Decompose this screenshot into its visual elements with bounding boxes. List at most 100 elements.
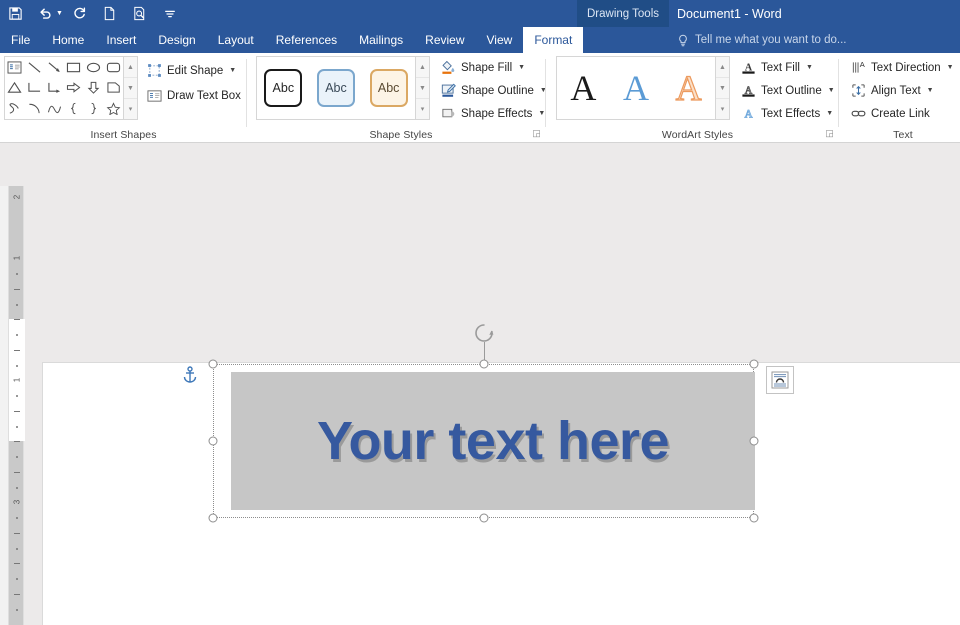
lightbulb-icon (677, 34, 689, 47)
create-link-button[interactable]: Create Link (850, 103, 954, 124)
ribbon-tab-mailings[interactable]: Mailings (348, 27, 414, 53)
ribbon-tab-insert[interactable]: Insert (95, 27, 147, 53)
redo-icon[interactable] (65, 2, 95, 26)
ribbon-tab-file[interactable]: File (0, 27, 41, 53)
text-fill-icon: A (740, 60, 756, 76)
wordart-style-blue[interactable]: A (623, 70, 649, 106)
rotate-handle[interactable] (471, 320, 497, 346)
vertical-ruler[interactable]: 2113 (8, 186, 24, 625)
text-fill-caret-icon[interactable]: ▼ (806, 64, 813, 71)
vertical-ruler-half-mark (14, 563, 20, 564)
gallery-scroll-down-icon[interactable]: ▼ (716, 78, 729, 99)
vertical-ruler-quarter-mark (16, 609, 18, 611)
ribbon-tab-design[interactable]: Design (147, 27, 206, 53)
shape-fill-caret-icon[interactable]: ▼ (518, 64, 525, 71)
shape-styles-gallery[interactable]: Abc Abc Abc (256, 56, 416, 120)
scribble-shape[interactable] (5, 98, 25, 119)
shape-style-black[interactable]: Abc (264, 69, 302, 107)
resize-handle-bottom-center[interactable] (480, 514, 489, 523)
shape-effects-button[interactable]: Shape Effects ▼ (440, 103, 547, 124)
rounded-rectangle-shape[interactable] (103, 57, 123, 78)
arrow-shape[interactable] (44, 57, 64, 78)
text-direction-button[interactable]: A Text Direction ▼ (850, 57, 954, 78)
vertical-ruler-half-mark (14, 289, 20, 290)
shape-styles-gallery-scroll[interactable]: ▲ ▼ ▾ (416, 56, 430, 120)
resize-handle-bottom-left[interactable] (209, 514, 218, 523)
ribbon-tab-review[interactable]: Review (414, 27, 475, 53)
text-box-shape[interactable] (5, 57, 25, 78)
shape-outline-button[interactable]: Shape Outline ▼ (440, 80, 547, 101)
right-arrow-shape[interactable] (64, 78, 84, 99)
text-fill-button[interactable]: A Text Fill ▼ (740, 57, 835, 78)
resize-handle-middle-left[interactable] (209, 437, 218, 446)
triangle-shape[interactable] (5, 78, 25, 99)
customize-qat-icon[interactable] (155, 2, 185, 26)
gallery-scroll-up-icon[interactable]: ▲ (416, 57, 429, 78)
gallery-more-icon[interactable]: ▾ (124, 99, 137, 119)
shape-style-orange[interactable]: Abc (370, 69, 408, 107)
oval-shape[interactable] (84, 57, 104, 78)
text-outline-button[interactable]: A Text Outline ▼ (740, 80, 835, 101)
right-brace-shape[interactable] (84, 98, 104, 119)
down-arrow-shape[interactable] (84, 78, 104, 99)
wordart-styles-dialog-launcher[interactable]: ◲ (824, 128, 835, 139)
layout-options-button[interactable] (766, 366, 794, 394)
tell-me-search[interactable]: Tell me what you want to do... (677, 27, 847, 53)
align-text-caret-icon[interactable]: ▼ (927, 87, 934, 94)
ribbon-tab-references[interactable]: References (265, 27, 348, 53)
gallery-more-icon[interactable]: ▾ (416, 99, 429, 119)
line-shape[interactable] (25, 57, 45, 78)
align-text-button[interactable]: Align Text ▼ (850, 80, 954, 101)
vertical-ruler-quarter-mark (16, 273, 18, 275)
edit-shape-button[interactable]: Edit Shape ▼ (146, 60, 241, 81)
ribbon-tab-view[interactable]: View (476, 27, 524, 53)
vertical-ruler-half-mark (14, 594, 20, 595)
wordart-text[interactable]: Your text here (231, 372, 755, 510)
insert-shapes-gallery-scroll[interactable]: ▲ ▼ ▾ (124, 56, 138, 120)
elbow-arrow-connector-shape[interactable] (44, 78, 64, 99)
shape-style-blue[interactable]: Abc (317, 69, 355, 107)
shape-styles-dialog-launcher[interactable]: ◲ (531, 128, 542, 139)
text-outline-caret-icon[interactable]: ▼ (828, 87, 835, 94)
resize-handle-top-right[interactable] (750, 360, 759, 369)
gallery-more-icon[interactable]: ▾ (716, 99, 729, 119)
ribbon-tab-layout[interactable]: Layout (207, 27, 265, 53)
resize-handle-top-left[interactable] (209, 360, 218, 369)
ribbon-group-shape-styles: Abc Abc Abc ▲ ▼ ▾ Shape Fill (256, 53, 546, 143)
text-effects-button[interactable]: A Text Effects ▼ (740, 103, 835, 124)
print-preview-icon[interactable] (125, 2, 155, 26)
text-effects-caret-icon[interactable]: ▼ (826, 110, 833, 117)
undo-dropdown-caret[interactable]: ▼ (56, 10, 63, 17)
resize-handle-middle-right[interactable] (750, 437, 759, 446)
wordart-style-blue-glyph: A (623, 68, 649, 108)
wordart-style-black[interactable]: A (570, 70, 596, 106)
insert-shapes-gallery[interactable] (4, 56, 124, 120)
resize-handle-bottom-right[interactable] (750, 514, 759, 523)
text-direction-caret-icon[interactable]: ▼ (947, 64, 954, 71)
new-document-icon[interactable] (95, 2, 125, 26)
ribbon-tab-label: File (11, 33, 30, 47)
ribbon-tab-home[interactable]: Home (41, 27, 95, 53)
elbow-connector-shape[interactable] (25, 78, 45, 99)
curve-shape[interactable] (44, 98, 64, 119)
rectangle-shape[interactable] (64, 57, 84, 78)
selected-text-box[interactable]: Your text here (213, 364, 754, 518)
wordart-style-orange[interactable]: A (676, 70, 702, 106)
gallery-scroll-up-icon[interactable]: ▲ (124, 57, 137, 78)
gallery-scroll-down-icon[interactable]: ▼ (124, 78, 137, 99)
gallery-scroll-up-icon[interactable]: ▲ (716, 57, 729, 78)
star-shape[interactable] (103, 98, 123, 119)
ribbon-tab-format[interactable]: Format (523, 27, 583, 53)
resize-handle-top-center[interactable] (480, 360, 489, 369)
save-icon[interactable] (0, 2, 30, 26)
gallery-scroll-down-icon[interactable]: ▼ (416, 78, 429, 99)
shape-fill-button[interactable]: Shape Fill ▼ (440, 57, 547, 78)
wordart-styles-gallery[interactable]: A A A (556, 56, 716, 120)
edit-shape-caret-icon[interactable]: ▼ (229, 67, 236, 74)
wordart-styles-gallery-scroll[interactable]: ▲ ▼ ▾ (716, 56, 730, 120)
arc-shape[interactable] (25, 98, 45, 119)
pentagon-shape[interactable] (103, 78, 123, 99)
align-text-icon (850, 83, 866, 99)
draw-text-box-button[interactable]: Draw Text Box (146, 85, 241, 106)
left-brace-shape[interactable] (64, 98, 84, 119)
